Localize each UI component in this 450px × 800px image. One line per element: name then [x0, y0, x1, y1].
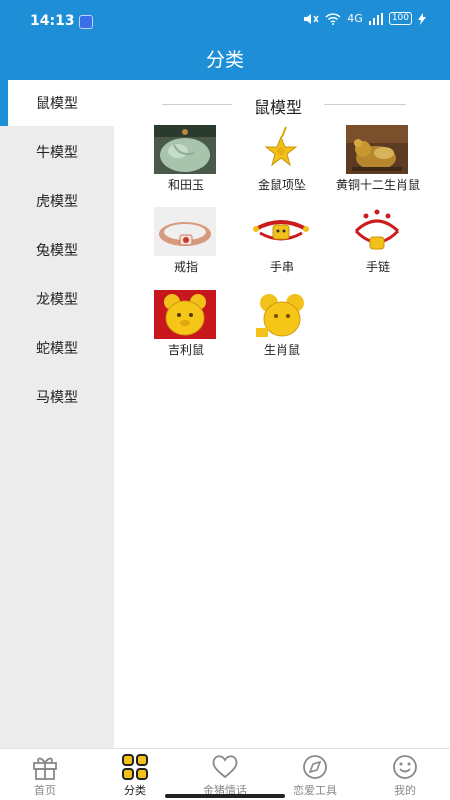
product-label: 手链 [365, 260, 390, 274]
divider-line [162, 104, 232, 105]
sidebar-item-rat[interactable]: 鼠模型 [0, 80, 114, 126]
brass-rat-image [346, 125, 408, 174]
sidebar-item-label: 鼠模型 [36, 96, 78, 112]
zodiac-rat-image [250, 290, 312, 339]
product-item-red-bracelet[interactable]: 手链 [330, 204, 426, 284]
sidebar-item-snake[interactable]: 蛇模型 [0, 325, 114, 371]
lucky-rat-image [154, 290, 216, 339]
smiley-icon [391, 754, 419, 780]
network-type: 4G [347, 12, 363, 25]
active-indicator [0, 80, 8, 126]
signal-icon [368, 12, 383, 25]
sidebar-item-label: 兔模型 [36, 243, 78, 259]
nav-home[interactable]: 首页 [0, 749, 90, 800]
section-header: 鼠模型 [162, 94, 406, 117]
status-time: 14:13 [30, 13, 75, 29]
ring-image [154, 207, 216, 256]
sidebar-item-ox[interactable]: 牛模型 [0, 129, 114, 175]
title-bar: 分类 [0, 40, 450, 80]
red-bracelet-image [346, 207, 408, 256]
page-title: 分类 [205, 49, 244, 71]
mute-icon [303, 13, 319, 25]
battery-level: 100 [388, 12, 412, 25]
nav-label: 首页 [34, 784, 56, 797]
sidebar-item-label: 牛模型 [36, 145, 78, 161]
category-sidebar: 鼠模型 牛模型 虎模型 兔模型 龙模型 蛇模型 马模型 [0, 80, 114, 748]
product-item-lucky-rat[interactable]: 吉利鼠 [138, 287, 234, 367]
status-indicators: 4G 100 [303, 12, 426, 25]
product-label: 黄铜十二生肖鼠 [335, 178, 420, 192]
product-item-bead-bracelet[interactable]: 手串 [234, 204, 330, 284]
nav-label: 我的 [394, 784, 416, 797]
category-content: 鼠模型 和田玉 金鼠项坠 黄铜十二生肖鼠 戒指 手串 手链 吉利鼠 生肖鼠 [114, 80, 450, 748]
sidebar-item-label: 蛇模型 [36, 341, 78, 357]
nav-category[interactable]: 分类 [90, 749, 180, 800]
sidebar-item-label: 龙模型 [36, 292, 78, 308]
wifi-icon [325, 12, 341, 25]
compass-icon [301, 754, 329, 780]
sidebar-item-label: 马模型 [36, 390, 78, 406]
bead-bracelet-image [250, 207, 312, 256]
divider-line [324, 104, 406, 105]
sidebar-item-rabbit[interactable]: 兔模型 [0, 227, 114, 273]
category-grid-icon [121, 754, 149, 780]
battery-icon: 100 [388, 12, 412, 25]
sidebar-item-horse[interactable]: 马模型 [0, 374, 114, 420]
gold-star-pendant-image [250, 125, 312, 174]
nav-love-tools[interactable]: 恋爱工具 [270, 749, 360, 800]
bottom-nav: 首页 分类 金猪情话 恋爱工具 我的 [0, 748, 450, 800]
product-label: 生肖鼠 [263, 343, 300, 357]
nav-mine[interactable]: 我的 [360, 749, 450, 800]
product-item-zodiac-rat[interactable]: 生肖鼠 [234, 287, 330, 367]
product-item-ring[interactable]: 戒指 [138, 204, 234, 284]
sidebar-item-label: 虎模型 [36, 194, 78, 210]
gift-icon [31, 754, 59, 780]
sidebar-item-tiger[interactable]: 虎模型 [0, 178, 114, 224]
jade-pendant-image [154, 125, 216, 174]
product-item-jade[interactable]: 和田玉 [138, 122, 234, 202]
product-item-gold-pendant[interactable]: 金鼠项坠 [234, 122, 330, 202]
app-notification-icon [79, 15, 93, 29]
charging-icon [418, 12, 426, 25]
product-item-brass-rat[interactable]: 黄铜十二生肖鼠 [330, 122, 426, 202]
home-indicator [165, 794, 285, 798]
nav-love-words[interactable]: 金猪情话 [180, 749, 270, 800]
status-bar: 14:13 4G 100 [0, 0, 450, 40]
heart-icon [211, 754, 239, 780]
sidebar-item-dragon[interactable]: 龙模型 [0, 276, 114, 322]
section-title: 鼠模型 [253, 98, 302, 117]
